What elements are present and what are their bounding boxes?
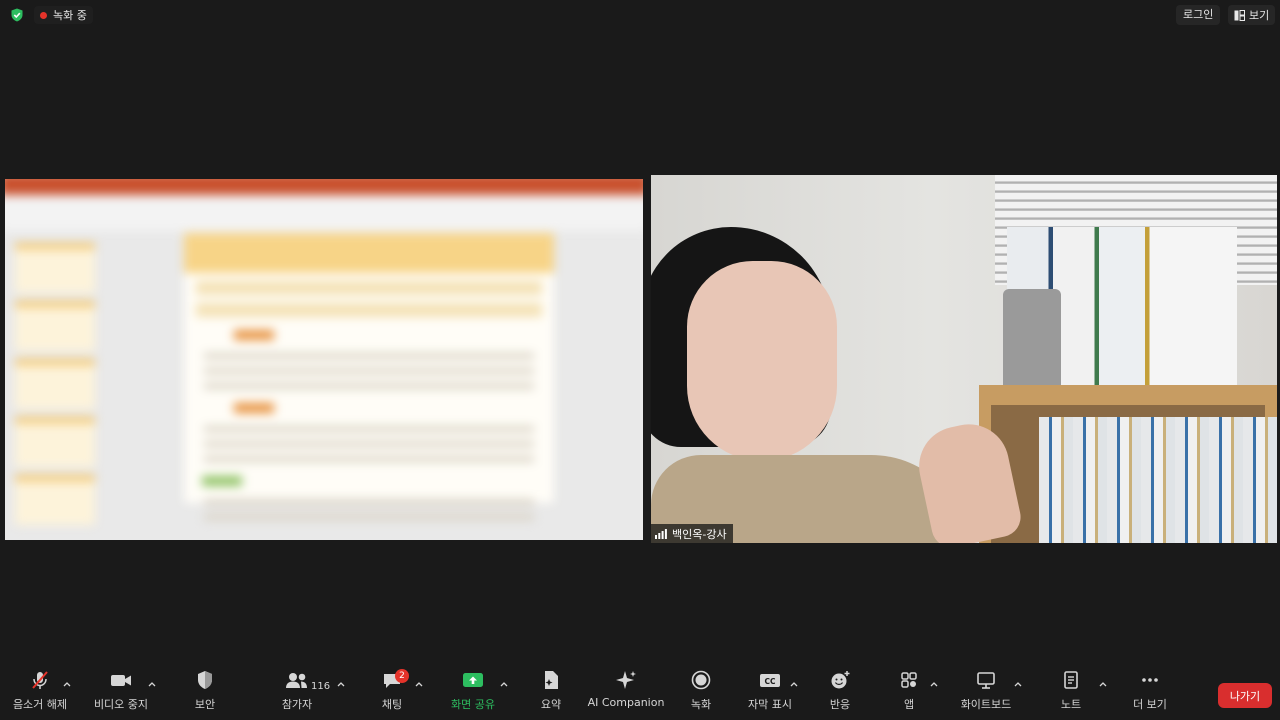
more-label: 더 보기 (1133, 698, 1167, 711)
reactions-label: 반응 (829, 698, 851, 711)
share-screen-label: 화면 공유 (451, 698, 495, 711)
participants-icon (286, 673, 307, 688)
recording-indicator[interactable]: 녹화 중 (34, 6, 93, 24)
security-label: 보안 (194, 698, 216, 711)
participants-button[interactable]: 참가자 (273, 666, 321, 720)
signal-strength-icon (655, 528, 667, 539)
summary-document-icon (545, 671, 558, 689)
participants-count: 116 (311, 681, 331, 692)
mute-options-chevron-icon[interactable] (62, 679, 72, 689)
ai-companion-label: AI Companion (587, 696, 665, 709)
ai-companion-button[interactable]: AI Companion (588, 666, 664, 720)
bookend (1003, 289, 1061, 395)
whiteboard-button[interactable]: 화이트보드 (955, 666, 1017, 720)
cc-glyph: CC (764, 677, 776, 686)
mute-label: 음소거 해제 (12, 698, 68, 711)
recording-dot-icon (40, 11, 47, 19)
captions-options-chevron-icon[interactable] (789, 679, 799, 689)
captions-label: 자막 표시 (748, 698, 792, 711)
login-button[interactable]: 로그인 (1176, 5, 1221, 25)
summary-button[interactable]: 요약 (531, 666, 571, 720)
participant-video[interactable]: 백인옥-강사 (651, 175, 1277, 543)
participants-label: 참가자 (281, 698, 313, 711)
video-camera-icon (111, 675, 131, 686)
person-face (687, 261, 837, 461)
security-button[interactable]: 보안 (185, 666, 225, 720)
meeting-toolbar: 음소거 해제 비디오 중지 보안 참가자 116 2 채팅 화면 공유 요약 A… (0, 666, 1280, 720)
whiteboard-label: 화이트보드 (960, 698, 1012, 711)
microphone-muted-icon (32, 671, 48, 689)
notes-icon (1064, 671, 1078, 689)
share-screen-button[interactable]: 화면 공유 (446, 666, 500, 720)
record-icon (691, 670, 711, 690)
chat-button[interactable]: 2 채팅 (372, 666, 412, 720)
participant-name: 백인옥-강사 (672, 527, 727, 541)
chat-options-chevron-icon[interactable] (414, 679, 424, 689)
shared-screen-view[interactable] (5, 179, 643, 540)
record-label: 녹화 (690, 698, 712, 711)
notes-options-chevron-icon[interactable] (1098, 679, 1108, 689)
whiteboard-icon (977, 672, 995, 689)
apps-button[interactable]: 앱 (889, 666, 929, 720)
record-button[interactable]: 녹화 (681, 666, 721, 720)
video-options-chevron-icon[interactable] (147, 679, 157, 689)
recording-label: 녹화 중 (53, 9, 87, 22)
mute-button[interactable]: 음소거 해제 (8, 666, 72, 720)
more-dots-icon (1142, 678, 1158, 682)
chat-label: 채팅 (381, 698, 403, 711)
apps-label: 앱 (903, 698, 915, 711)
shelf-books (1039, 417, 1277, 543)
reactions-button[interactable]: 반응 (820, 666, 860, 720)
video-label: 비디오 중지 (93, 698, 149, 711)
ai-sparkle-icon (616, 671, 636, 689)
reaction-emoji-icon (831, 671, 850, 689)
more-button[interactable]: 더 보기 (1126, 666, 1174, 720)
participant-name-tag: 백인옥-강사 (651, 524, 733, 543)
summary-label: 요약 (540, 698, 562, 711)
view-layout-icon (1234, 9, 1245, 21)
shield-icon (198, 671, 212, 689)
blurred-presentation (5, 179, 643, 540)
leave-button[interactable]: 나가기 (1218, 683, 1272, 708)
notes-button[interactable]: 노트 (1051, 666, 1091, 720)
whiteboard-options-chevron-icon[interactable] (1013, 679, 1023, 689)
top-bar: 녹화 중 로그인 보기 (0, 0, 1280, 30)
notes-label: 노트 (1060, 698, 1082, 711)
view-label: 보기 (1249, 9, 1270, 22)
share-screen-icon (463, 673, 483, 687)
share-options-chevron-icon[interactable] (499, 679, 509, 689)
video-button[interactable]: 비디오 중지 (90, 666, 152, 720)
chat-unread-badge: 2 (395, 669, 409, 683)
apps-icon (901, 672, 917, 688)
view-button[interactable]: 보기 (1228, 5, 1276, 25)
apps-options-chevron-icon[interactable] (929, 679, 939, 689)
closed-captions-icon: CC (760, 674, 780, 687)
captions-button[interactable]: CC 자막 표시 (745, 666, 795, 720)
participants-options-chevron-icon[interactable] (336, 679, 346, 689)
security-shield-icon[interactable] (10, 8, 24, 22)
